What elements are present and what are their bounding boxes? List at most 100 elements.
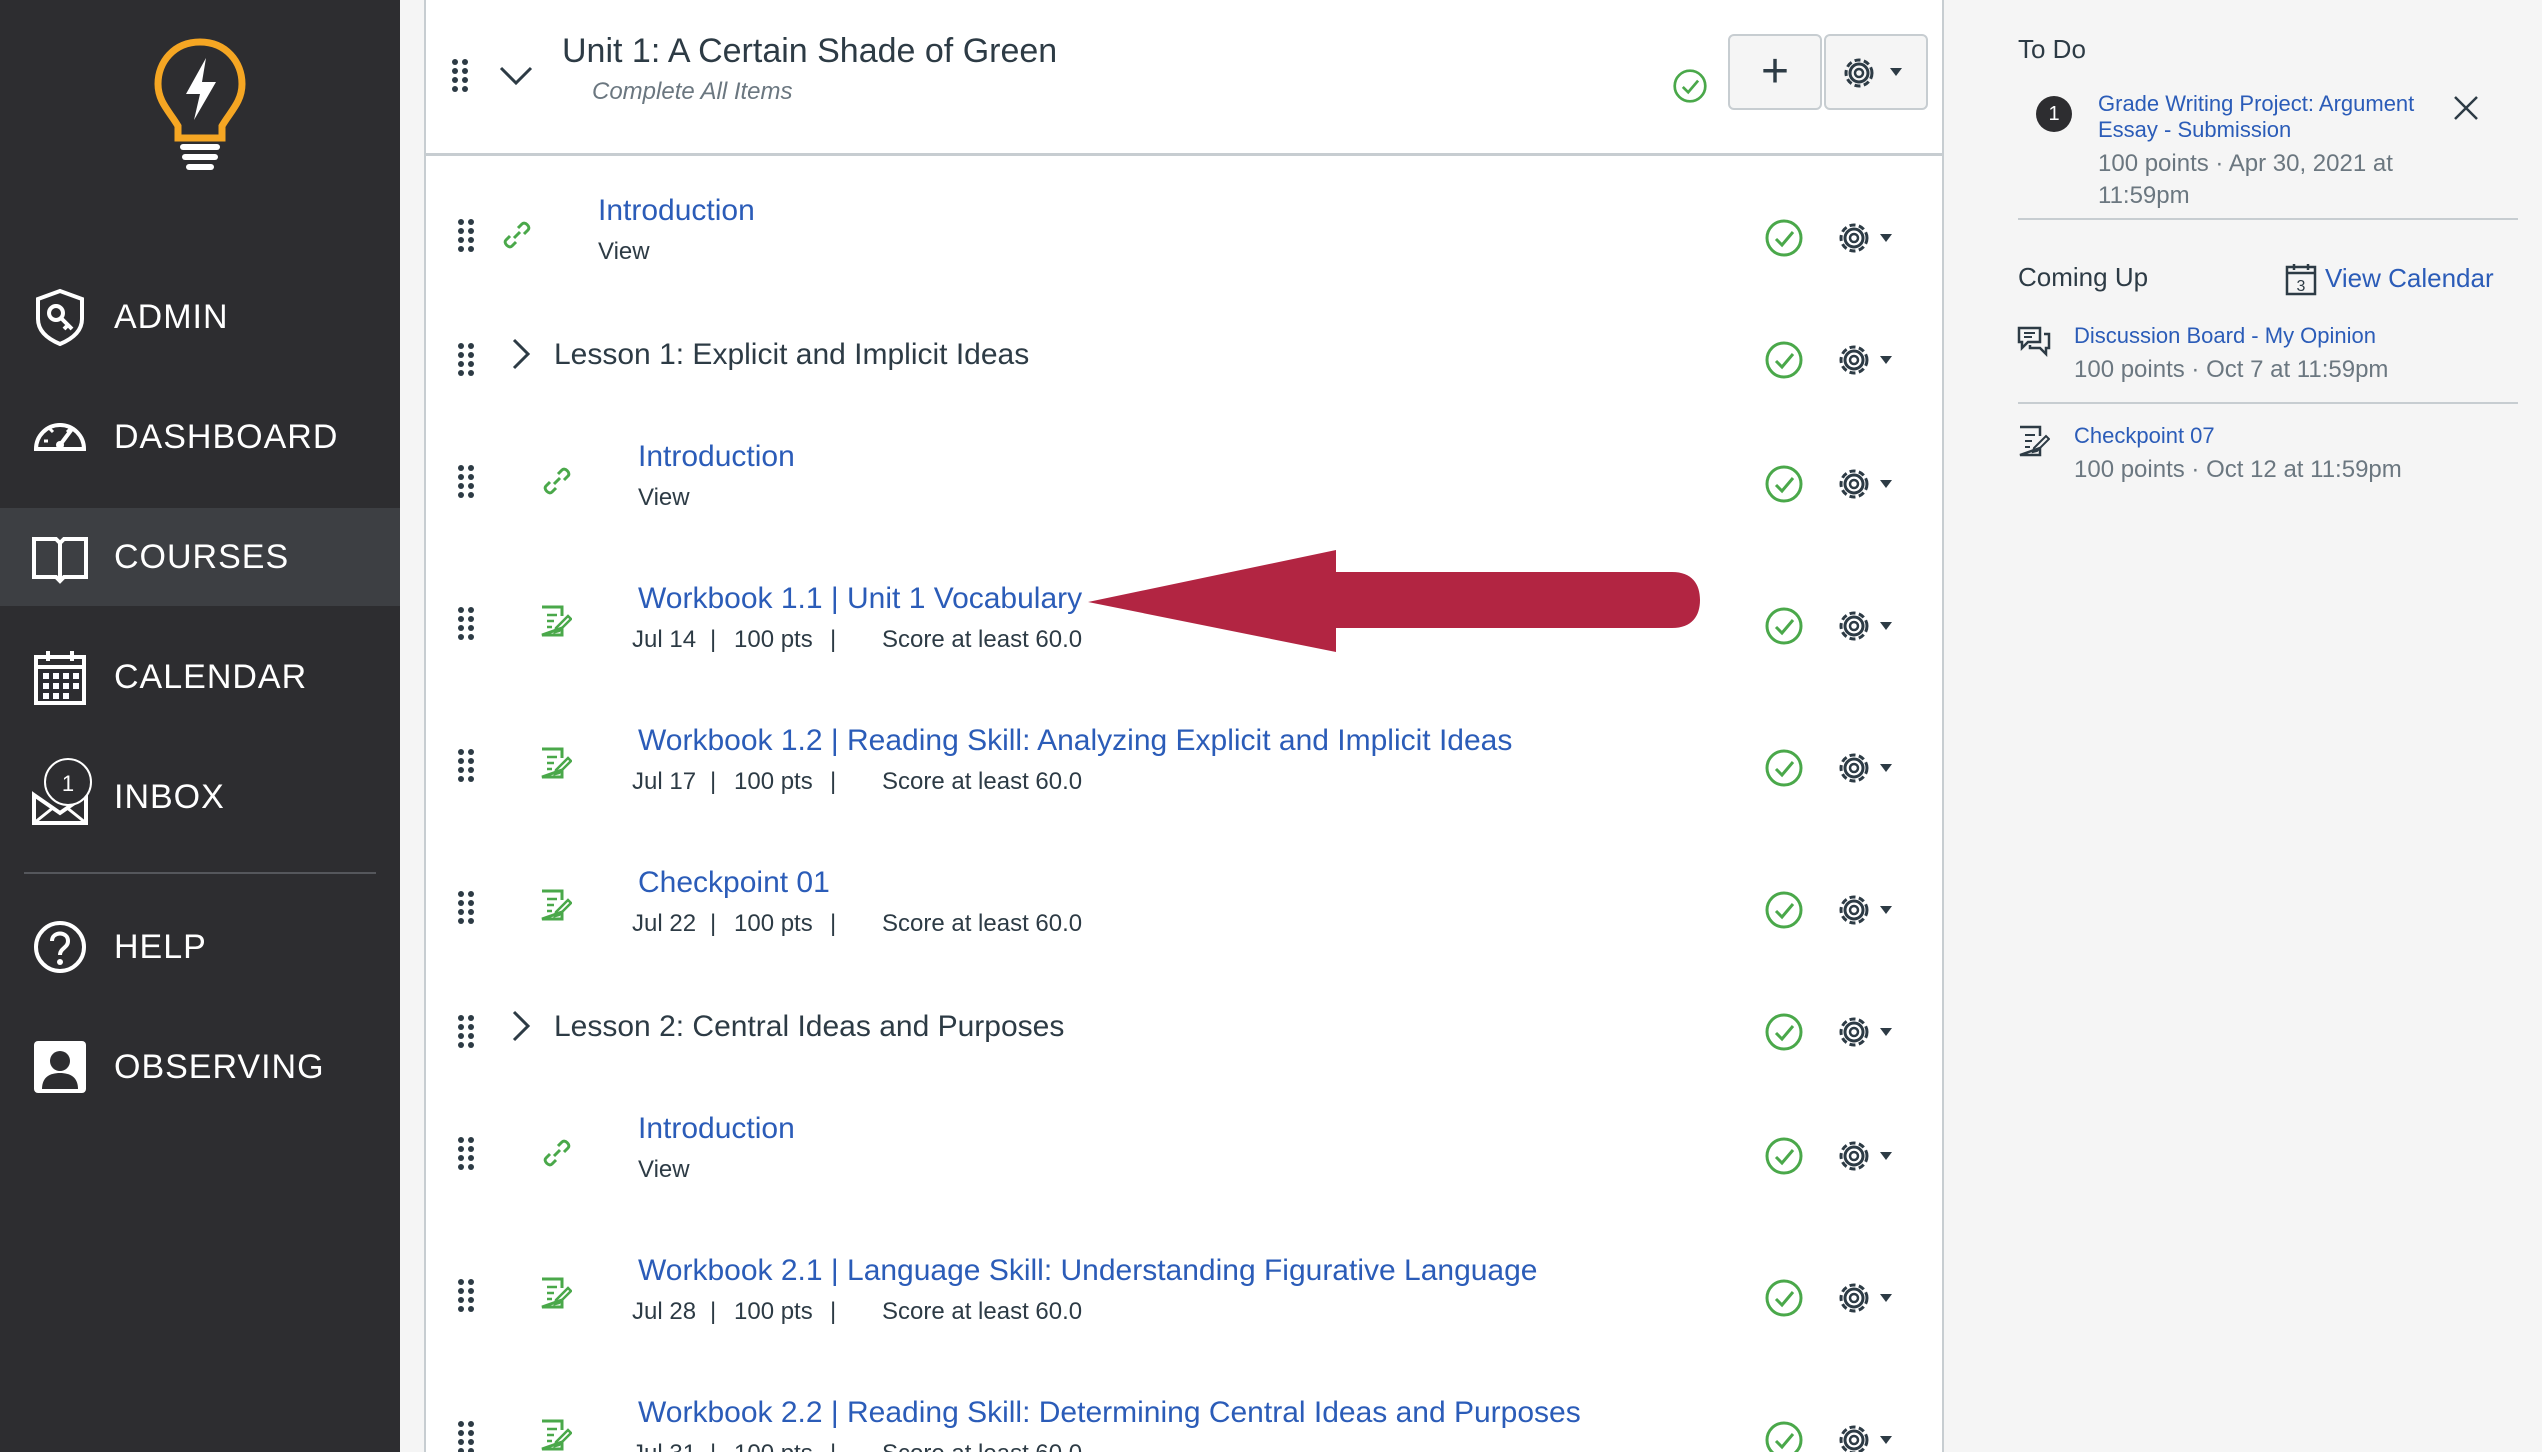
module-settings-button[interactable] [1824, 34, 1928, 110]
calendar-icon [34, 651, 86, 705]
todo-heading: To Do [2018, 34, 2086, 64]
calendar-day-number: 3 [2297, 278, 2306, 295]
admin-shield-icon [36, 288, 84, 347]
chevron-right-icon[interactable] [508, 1008, 534, 1044]
completed-check-icon [1765, 891, 1803, 929]
completed-check-icon [1765, 749, 1803, 787]
item-requirement: View [638, 1156, 690, 1183]
close-icon[interactable] [2452, 94, 2480, 122]
drag-handle-icon[interactable] [456, 342, 476, 378]
drag-handle-icon[interactable] [456, 1278, 476, 1314]
gear-icon[interactable] [1836, 890, 1906, 930]
nav-item-observing[interactable]: OBSERVING [0, 1018, 400, 1116]
module-item-row: Introduction View [426, 1108, 1942, 1208]
item-due-date: Jul 17 [632, 768, 697, 795]
book-icon [32, 537, 88, 584]
item-title-link[interactable]: Introduction [638, 1112, 795, 1146]
item-title-assignment[interactable]: Checkpoint 01 [638, 866, 830, 900]
module-header[interactable]: Unit 1: A Certain Shade of Green Complet… [426, 0, 1942, 156]
drag-handle-icon[interactable] [456, 464, 476, 500]
plus-icon: + [1760, 45, 1790, 98]
nav-item-dashboard[interactable]: DASHBOARD [0, 388, 400, 486]
gear-icon[interactable] [1836, 748, 1906, 788]
coming-up-divider [2018, 402, 2518, 404]
item-title-assignment[interactable]: Workbook 2.1 | Language Skill: Understan… [638, 1254, 1538, 1288]
drag-handle-icon[interactable] [456, 218, 476, 254]
drag-handle-icon[interactable] [456, 890, 476, 926]
module-item-row: Workbook 1.2 | Reading Skill: Analyzing … [426, 720, 1942, 820]
nav-item-courses[interactable]: COURSES [0, 508, 400, 606]
todo-item-link-line2[interactable]: Essay - Submission [2098, 116, 2291, 144]
item-title-assignment[interactable]: Workbook 2.2 | Reading Skill: Determinin… [638, 1396, 1581, 1430]
meta-separator: | [710, 910, 717, 937]
coming-up-item-link[interactable]: Checkpoint 07 [2074, 422, 2215, 450]
lesson-header-row[interactable]: Lesson 1: Explicit and Implicit Ideas [426, 320, 1942, 400]
gear-icon[interactable] [1836, 1420, 1906, 1452]
inbox-unread-badge: 1 [44, 758, 92, 806]
item-requirement: Score at least 60.0 [882, 1440, 1082, 1452]
item-due-date: Jul 28 [632, 1298, 697, 1325]
drag-handle-icon[interactable] [456, 1420, 476, 1452]
item-points: 100 pts [734, 1440, 813, 1452]
item-requirement: Score at least 60.0 [882, 626, 1083, 653]
chevron-right-icon[interactable] [508, 336, 534, 372]
todo-number-badge: 1 [2036, 96, 2072, 132]
coming-up-item-meta: 100 points · Oct 12 at 11:59pm [2074, 456, 2402, 483]
assignment-icon [541, 1277, 572, 1309]
chevron-down-icon[interactable] [498, 62, 534, 88]
gear-icon[interactable] [1836, 1278, 1906, 1318]
annotation-arrow [1088, 550, 1700, 652]
completed-check-icon [1765, 1137, 1803, 1175]
item-title-link[interactable]: Introduction [598, 194, 755, 228]
item-title-assignment[interactable]: Workbook 1.1 | Unit 1 Vocabulary [638, 582, 1082, 616]
external-link-icon [543, 467, 571, 495]
calendar-icon: 3 [2285, 264, 2317, 296]
global-nav-sidebar: ADMIN DASHBOARD COURSES CALENDAR INBOX 1… [0, 0, 400, 1452]
todo-item-meta-line1: 100 points · Apr 30, 2021 at [2098, 150, 2393, 177]
nav-item-admin[interactable]: ADMIN [0, 268, 400, 366]
gear-icon[interactable] [1836, 218, 1906, 258]
external-link-icon [503, 221, 531, 249]
meta-separator: | [830, 768, 837, 795]
gear-icon[interactable] [1836, 1136, 1906, 1176]
help-icon [34, 921, 86, 973]
meta-separator: | [830, 910, 837, 937]
completed-check-icon [1765, 219, 1803, 257]
meta-separator: | [710, 1440, 716, 1452]
view-calendar-link[interactable]: View Calendar [2325, 262, 2494, 294]
drag-handle-icon[interactable] [456, 1014, 476, 1050]
item-title-assignment[interactable]: Workbook 1.2 | Reading Skill: Analyzing … [638, 724, 1512, 758]
lesson-header-row[interactable]: Lesson 2: Central Ideas and Purposes [426, 992, 1942, 1072]
gear-icon[interactable] [1836, 464, 1906, 504]
gear-icon[interactable] [1836, 606, 1906, 646]
nav-label-inbox: INBOX [114, 777, 225, 816]
gear-icon [1844, 58, 1902, 88]
gear-icon[interactable] [1836, 1012, 1906, 1052]
item-title-link[interactable]: Introduction [638, 440, 795, 474]
assignment-icon [541, 1419, 572, 1451]
gear-icon[interactable] [1836, 340, 1906, 380]
meta-separator: | [710, 1298, 717, 1325]
add-item-button[interactable]: + [1728, 34, 1822, 110]
drag-handle-icon[interactable] [456, 606, 476, 642]
coming-up-item-link[interactable]: Discussion Board - My Opinion [2074, 322, 2376, 350]
module-unit-1: Unit 1: A Certain Shade of Green Complet… [424, 0, 1944, 1452]
drag-handle-icon[interactable] [450, 58, 470, 94]
completed-check-icon [1765, 1013, 1803, 1051]
item-requirement: View [598, 238, 650, 265]
meta-separator: | [710, 626, 717, 653]
assignment-icon [541, 605, 572, 637]
meta-separator: | [710, 768, 717, 795]
completed-check-icon [1765, 465, 1803, 503]
drag-handle-icon[interactable] [456, 748, 476, 784]
nav-item-calendar[interactable]: CALENDAR [0, 628, 400, 726]
module-item-row: Workbook 2.2 | Reading Skill: Determinin… [426, 1392, 1942, 1452]
drag-handle-icon[interactable] [456, 1136, 476, 1172]
lightbulb-logo-icon[interactable] [150, 36, 250, 176]
nav-item-help[interactable]: HELP [0, 898, 400, 996]
item-requirement: Score at least 60.0 [882, 910, 1083, 937]
nav-label-admin: ADMIN [114, 297, 229, 336]
item-due-date: Jul 22 [632, 910, 697, 937]
todo-item-link-line1[interactable]: Grade Writing Project: Argument [2098, 90, 2414, 118]
completed-check-icon [1765, 1279, 1803, 1317]
